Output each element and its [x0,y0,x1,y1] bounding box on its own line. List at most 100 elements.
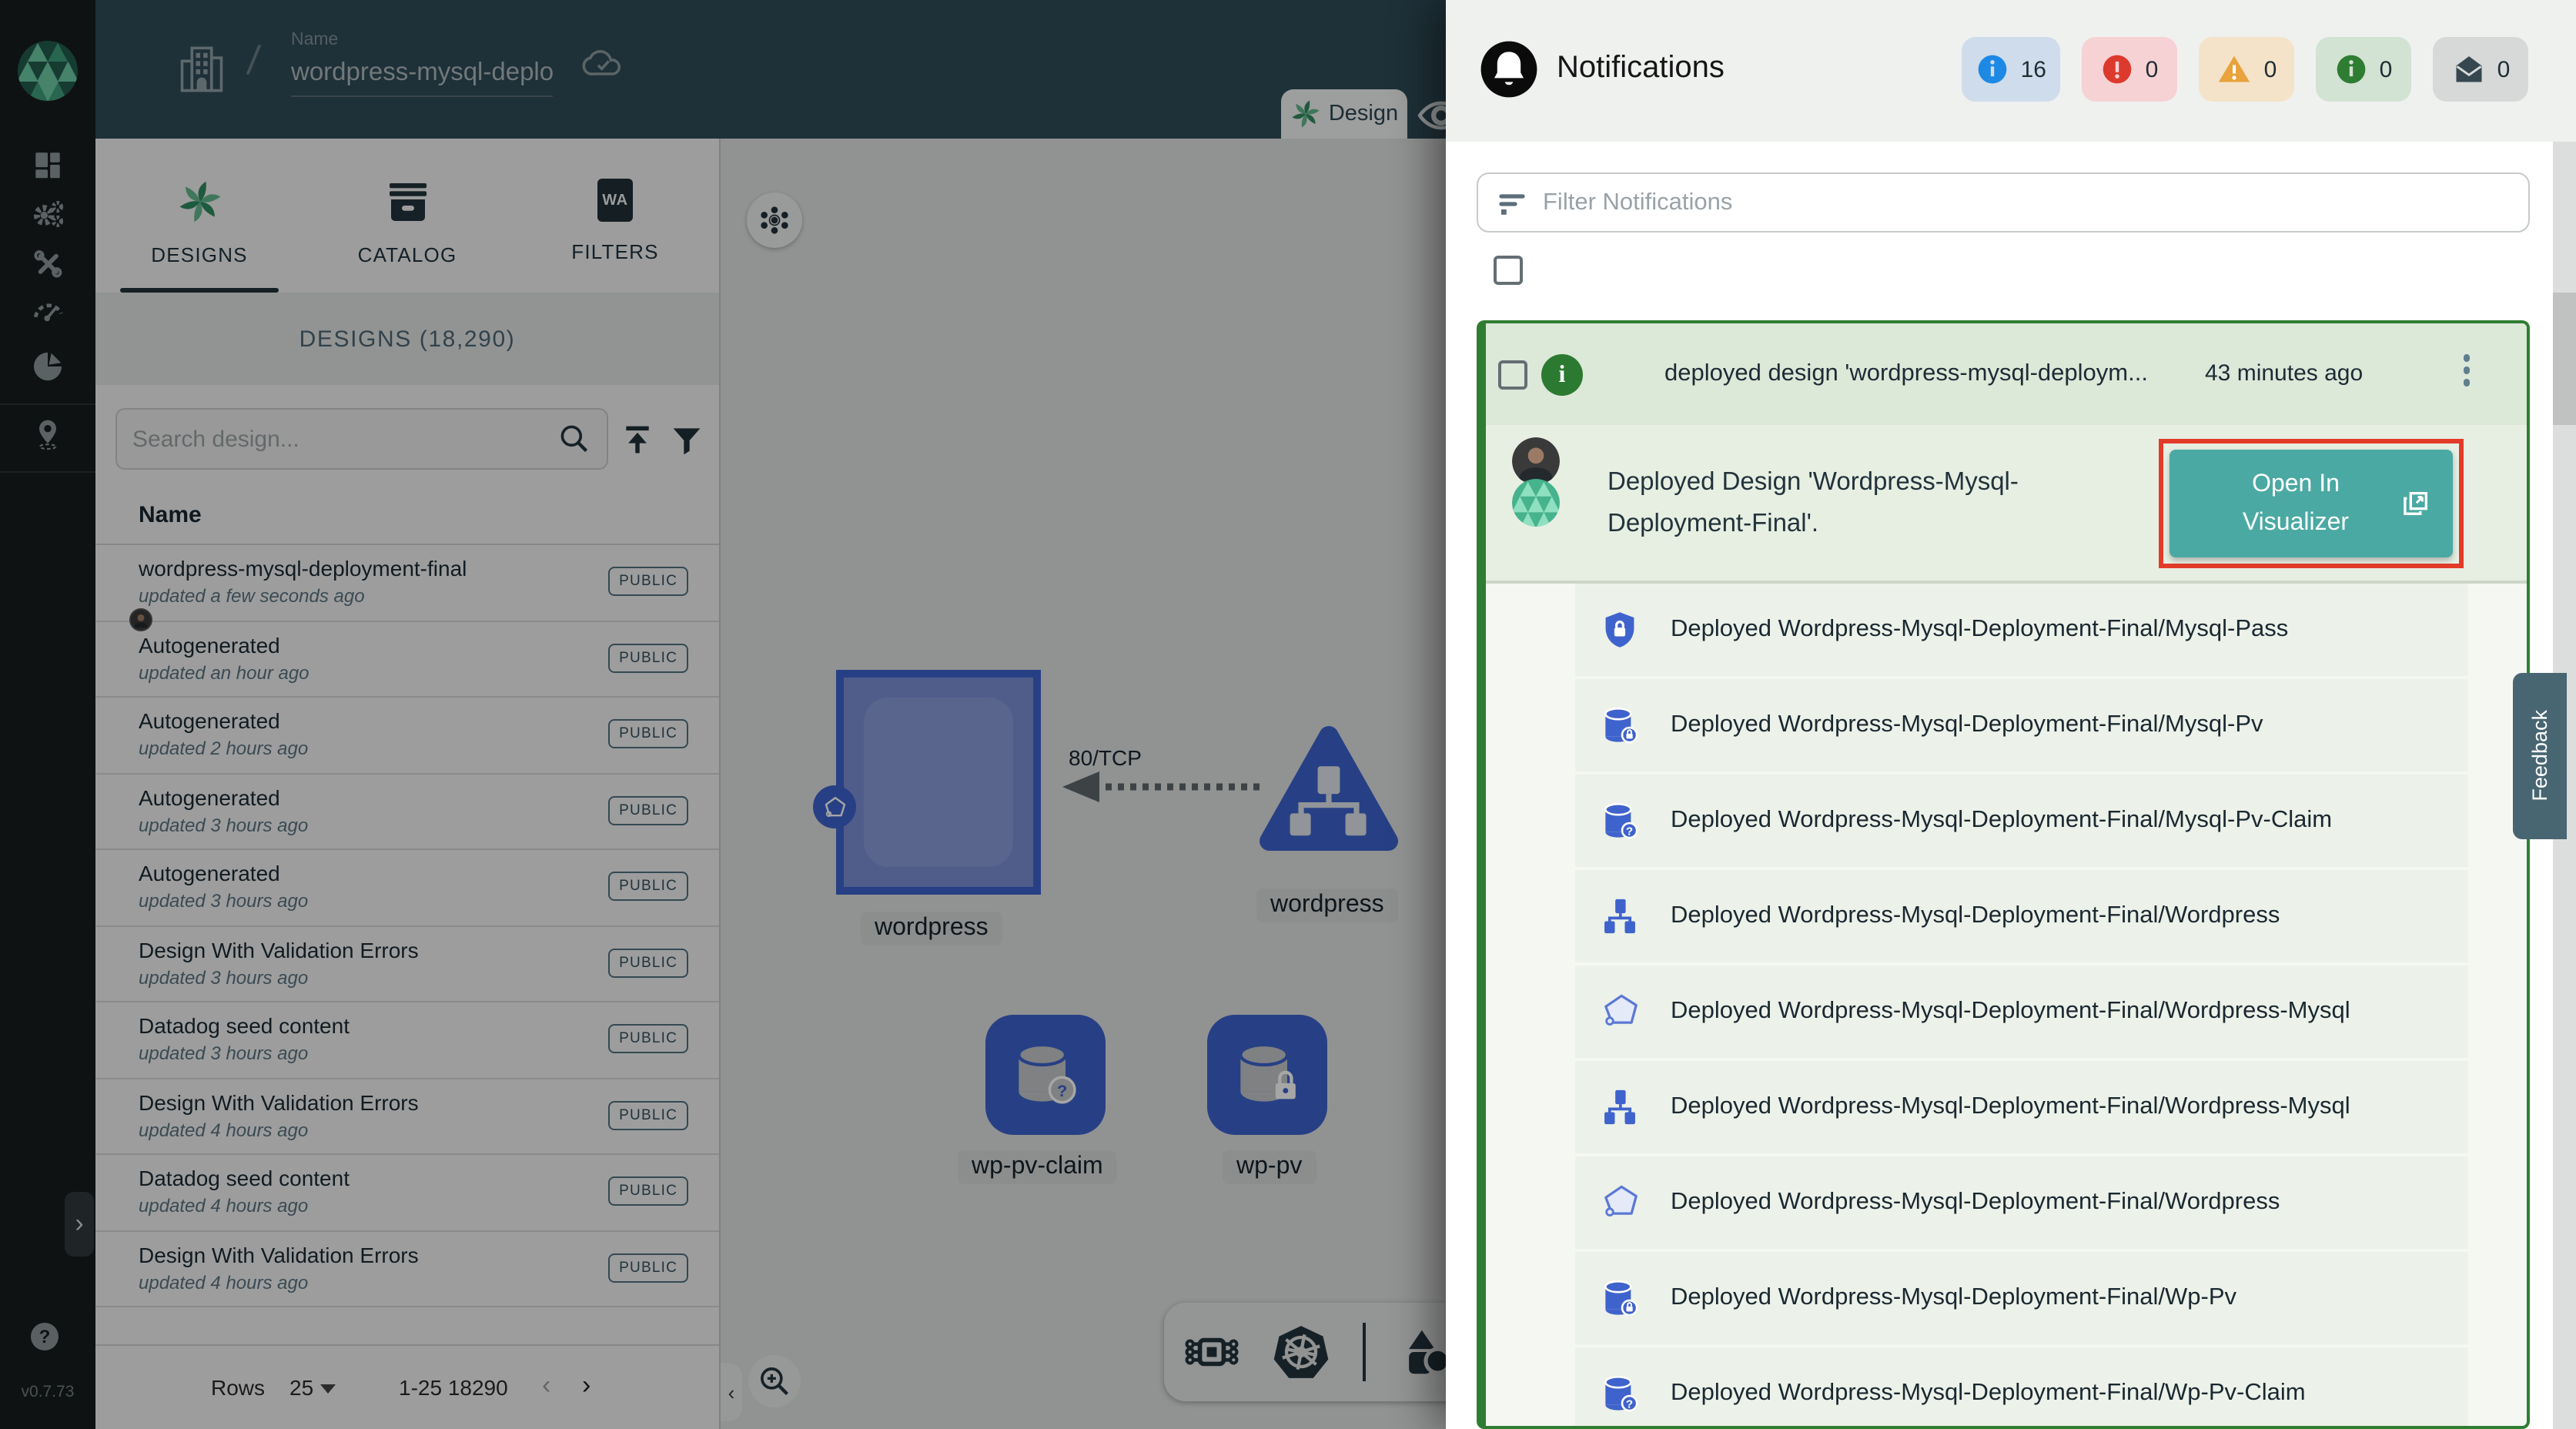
extensions-mesh-icon[interactable] [31,350,65,383]
svg-text:?: ? [1057,1081,1067,1100]
help-icon[interactable]: ? [31,1323,59,1350]
service-pentagon-badge-icon[interactable] [813,785,856,828]
deployment-event-row[interactable]: Deployed Wordpress-Mysql-Deployment-Fina… [1575,1061,2468,1153]
info-count-pill[interactable]: 16 [1962,37,2060,102]
open-in-visualizer-button[interactable]: Open InVisualizer [2170,450,2453,557]
designs-pagination: Rows 25 1-25 18290 ‹ › [95,1344,719,1429]
designs-panel: DESIGNS CATALOG WA FILTERS DESIGNS (18,2… [95,139,721,1429]
meshery-logo-icon[interactable] [17,40,79,102]
scrollbar-thumb[interactable] [2553,293,2576,425]
event-text: Deployed Wordpress-Mysql-Deployment-Fina… [1671,807,2332,835]
collapse-panel-handle[interactable]: ‹ [721,1363,742,1421]
rail-divider [0,471,95,473]
tab-catalog[interactable]: CATALOG [303,139,511,293]
performance-icon[interactable] [31,294,65,328]
design-row[interactable]: Datadog seed contentupdated 4 hours agoP… [95,1155,719,1231]
persistent-volume-claim-icon: ? [1600,1374,1640,1414]
design-canvas[interactable]: wordpress 80/TCP wordpress ? wp-pv-claim… [721,139,1446,1429]
deployment-event-row[interactable]: ?Deployed Wordpress-Mysql-Deployment-Fin… [1575,775,2468,867]
node-wp-pv-claim[interactable]: ? [985,1015,1106,1135]
warning-count-pill[interactable]: 0 [2199,37,2294,102]
deployment-event-row[interactable]: Deployed Wordpress-Mysql-Deployment-Fina… [1575,1252,2468,1344]
upload-design-icon[interactable] [621,423,654,457]
event-text: Deployed Wordpress-Mysql-Deployment-Fina… [1671,1380,2306,1407]
panel-tabs: DESIGNS CATALOG WA FILTERS [95,139,719,293]
deployment-event-row[interactable]: Deployed Wordpress-Mysql-Deployment-Fina… [1575,679,2468,771]
node-label-wordpress-deployment: wordpress [1256,889,1398,922]
lifecycle-settings-icon[interactable] [31,197,65,231]
notifications-title: Notifications [1557,51,1725,86]
tab-design-mode[interactable]: Design [1281,89,1407,139]
organization-icon[interactable] [176,43,228,95]
design-header-bar: / Name Design [95,0,1446,139]
meshery-spiral-icon [176,179,222,225]
design-row[interactable]: Design With Validation Errorsupdated 4 h… [95,1079,719,1155]
design-row[interactable]: Autogeneratedupdated an hour agoPUBLIC [95,621,719,698]
secret-shield-icon [1600,610,1640,650]
visibility-badge: PUBLIC [608,1176,688,1206]
node-wp-pv[interactable] [1207,1015,1327,1135]
filter-notifications-box[interactable] [1477,172,2530,233]
select-all-checkbox[interactable] [1494,256,1523,285]
configuration-tools-icon[interactable] [31,246,65,280]
envelope-icon [2451,52,2487,86]
tab-designs[interactable]: DESIGNS [95,139,303,293]
deployment-event-row[interactable]: Deployed Wordpress-Mysql-Deployment-Fina… [1575,1156,2468,1249]
design-row[interactable]: Design With Validation Errorsupdated 4 h… [95,1231,719,1307]
kubernetes-icon[interactable] [1272,1323,1330,1381]
deployment-event-row[interactable]: Deployed Wordpress-Mysql-Deployment-Fina… [1575,965,2468,1058]
event-text: Deployed Wordpress-Mysql-Deployment-Fina… [1671,1093,2350,1121]
pagination-range: 1-25 18290 [399,1375,508,1400]
error-count-pill[interactable]: 0 [2082,37,2177,102]
event-text: Deployed Wordpress-Mysql-Deployment-Fina… [1671,711,2263,739]
visibility-badge: PUBLIC [608,567,688,596]
search-icon [557,422,591,456]
canvas-menu-button[interactable] [747,192,802,248]
filter-notifications-input[interactable] [1543,189,2510,216]
search-design-box[interactable] [115,408,608,470]
info-icon [1976,52,2010,86]
service-pentagon-icon [1600,992,1640,1032]
read-count-pill[interactable]: 0 [2433,37,2528,102]
notifications-bell-icon [1480,40,1538,99]
prev-page-button[interactable]: ‹ [542,1370,550,1401]
deployment-event-row[interactable]: Deployed Wordpress-Mysql-Deployment-Fina… [1575,584,2468,676]
node-wordpress-service[interactable] [836,670,1041,895]
node-label-wordpress-service: wordpress [861,912,1002,945]
edge-80-tcp[interactable] [1059,767,1263,807]
notification-checkbox[interactable] [1498,360,1527,390]
design-row[interactable]: Datadog seed contentupdated 3 hours agoP… [95,1002,719,1079]
deployment-event-row[interactable]: Deployed Wordpress-Mysql-Deployment-Fina… [1575,870,2468,962]
design-name-input[interactable] [291,59,553,97]
design-row[interactable]: Design With Validation Errorsupdated 3 h… [95,926,719,1002]
event-text: Deployed Wordpress-Mysql-Deployment-Fina… [1671,998,2350,1026]
visibility-badge: PUBLIC [608,643,688,672]
dashboard-icon[interactable] [31,148,65,182]
next-page-button[interactable]: › [582,1370,590,1401]
feedback-tab[interactable]: Feedback [2513,673,2567,839]
edge-port-label: 80/TCP [1069,745,1142,770]
tab-filters[interactable]: WA FILTERS [511,139,719,293]
highlight-annotation-box: Open InVisualizer [2159,439,2464,568]
notification-menu-button[interactable] [2453,350,2481,390]
rows-per-page-select[interactable]: 25 [289,1375,335,1400]
design-row[interactable]: Autogeneratedupdated 2 hours agoPUBLIC [95,698,719,774]
visibility-badge: PUBLIC [608,1100,688,1129]
filter-lines-icon [1497,187,1527,218]
design-row[interactable]: Autogeneratedupdated 3 hours agoPUBLIC [95,774,719,850]
success-count-pill[interactable]: 0 [2316,37,2411,102]
node-wordpress-deployment[interactable] [1260,724,1398,853]
filter-designs-icon[interactable] [670,423,704,457]
expand-rail-button[interactable]: › [65,1192,94,1257]
design-row[interactable]: Autogeneratedupdated 3 hours agoPUBLIC [95,850,719,926]
catalog-archive-icon [384,179,430,225]
svg-text:?: ? [1626,1398,1633,1411]
search-design-input[interactable] [132,426,557,452]
notification-summary-row[interactable]: i deployed design 'wordpress-mysql-deplo… [1486,323,2527,425]
kanvas-pin-icon[interactable] [31,417,65,457]
rail-divider [0,403,95,405]
design-row[interactable]: wordpress-mysql-deployment-finalupdated … [95,545,719,621]
deployment-event-row[interactable]: ? Deployed Wordpress-Mysql-Deployment-Fin… [1575,1347,2468,1429]
components-chip-icon[interactable] [1184,1324,1239,1380]
zoom-in-button[interactable] [748,1355,801,1407]
